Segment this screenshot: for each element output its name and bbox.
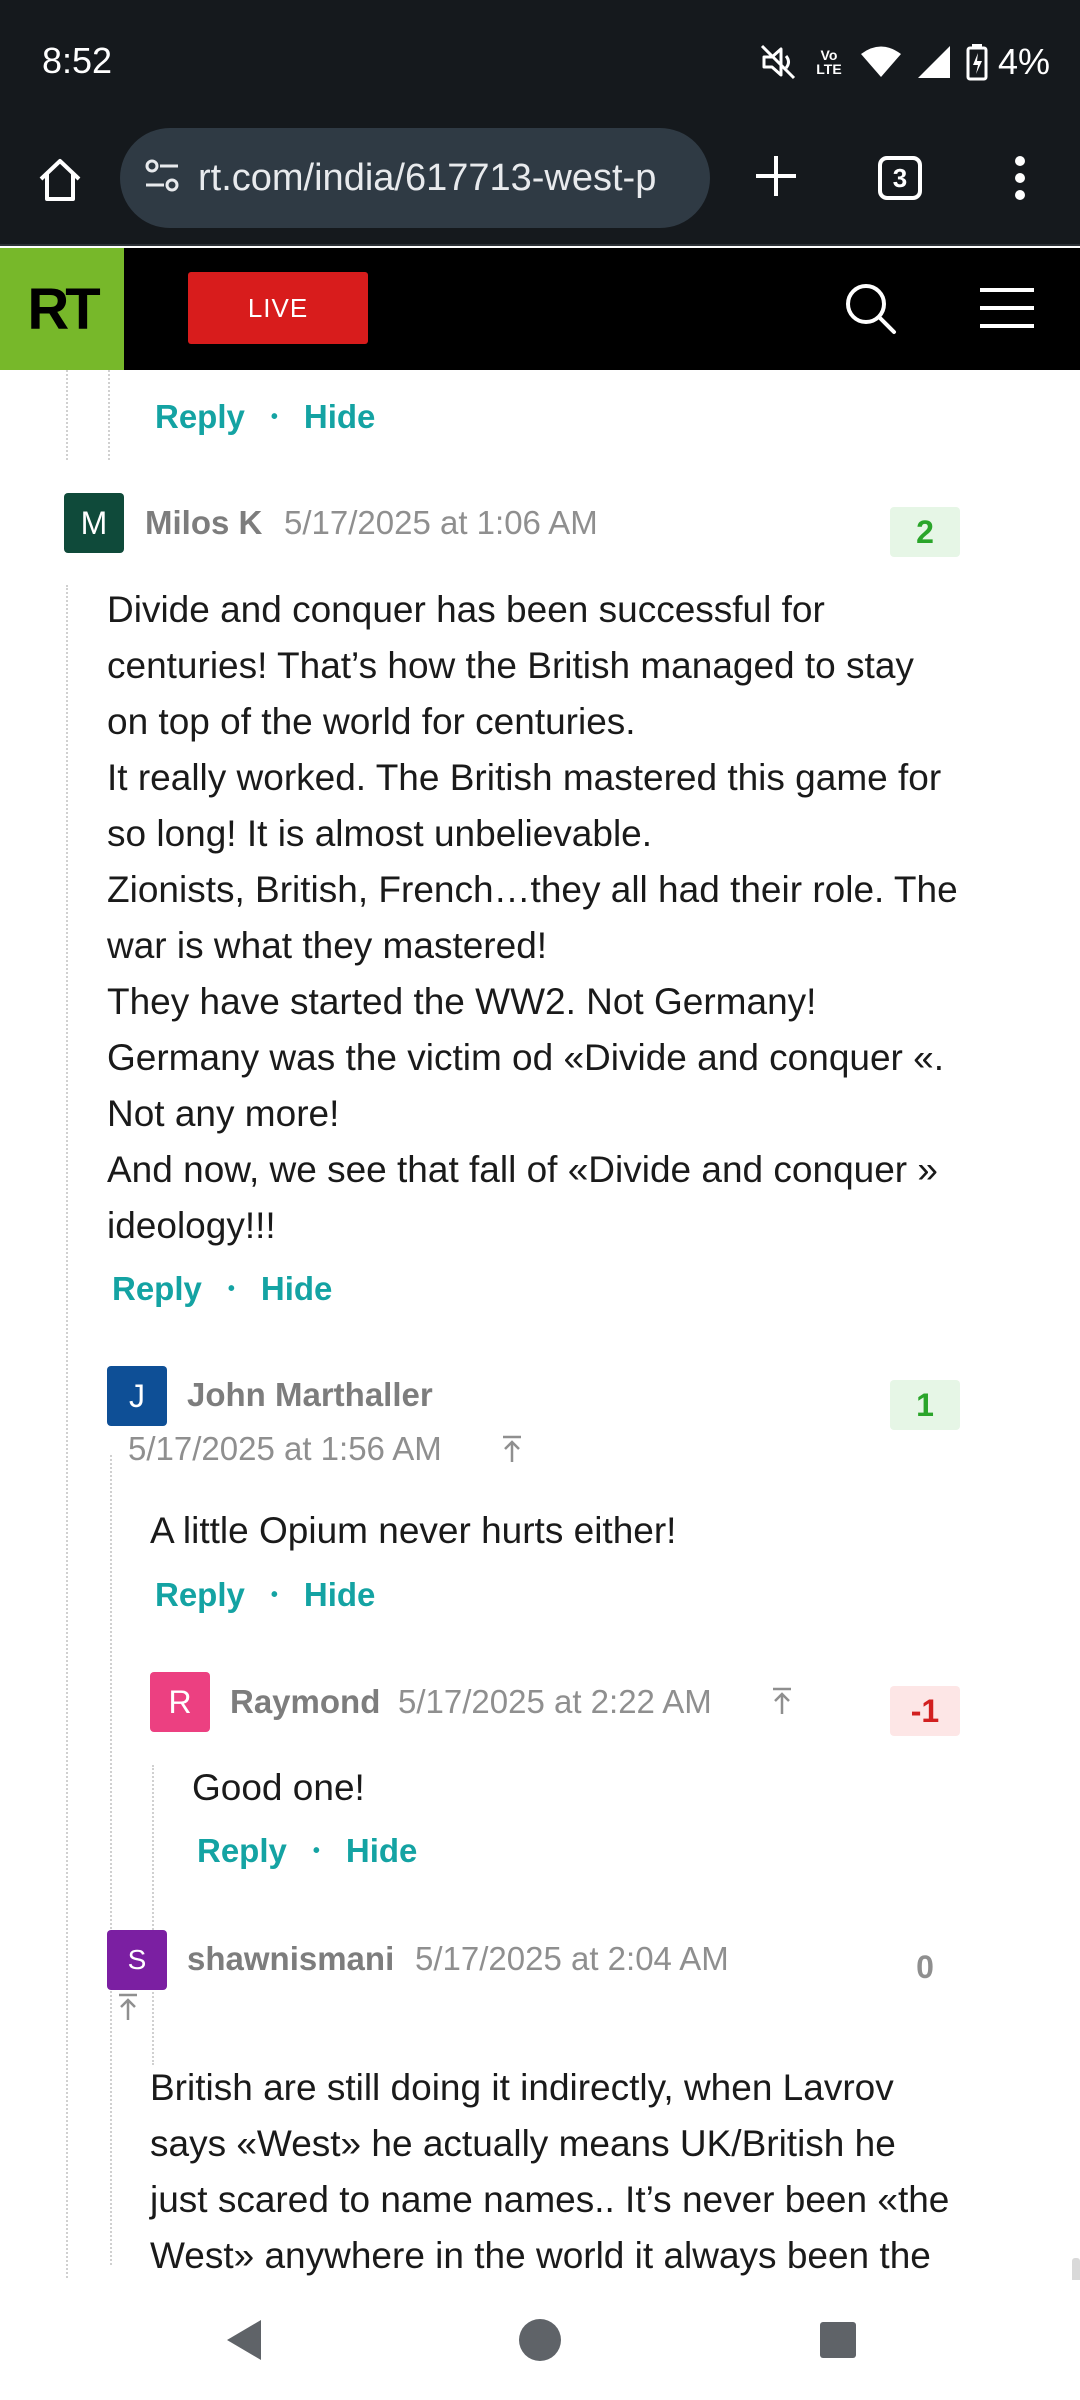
parent-link-icon[interactable] [116,1992,140,2022]
comment-body: Divide and conquer has been successful f… [107,582,958,1254]
avatar: R [150,1672,210,1732]
plus-icon [756,156,796,196]
menu-button[interactable] [976,278,1038,338]
comment-line: just scared to name names.. It’s never b… [150,2179,950,2220]
comment-line: Divide and conquer has been successful f… [107,589,825,630]
comment-author[interactable]: Milos K [145,504,262,542]
home-button[interactable] [28,148,92,212]
home-nav-button[interactable] [512,2312,568,2368]
hide-link[interactable]: Hide [261,1270,333,1308]
address-bar[interactable]: rt.com/india/617713-west-p [120,128,710,228]
home-circle-icon [519,2319,561,2361]
comment-body: British are still doing it indirectly, w… [150,2060,949,2280]
avatar: J [107,1366,167,1426]
site-settings-icon[interactable] [142,156,182,201]
hide-link[interactable]: Hide [304,1576,376,1614]
comment-body: Good one! [192,1767,365,1808]
back-button[interactable] [215,2312,271,2368]
thread-line [66,370,68,460]
parent-link-icon[interactable] [770,1686,794,1716]
parent-link-icon[interactable] [500,1434,524,1464]
comment-date[interactable]: 5/17/2025 at 1:56 AM [128,1430,442,1468]
back-triangle-icon [227,2320,261,2360]
hamburger-icon [980,288,1034,328]
wifi-icon [860,45,902,79]
tab-count: 3 [878,156,922,200]
recents-square-icon [820,2322,856,2358]
vote-score[interactable]: 1 [890,1380,960,1430]
comment-line: They have started the WW2. Not Germany! [107,981,817,1022]
avatar: M [64,493,124,553]
browser-menu-button[interactable] [990,146,1050,210]
thread-line [110,1455,112,2265]
home-icon [39,159,81,201]
hide-link[interactable]: Hide [346,1832,418,1870]
comments-section: Reply • Hide M Milos K 5/17/2025 at 1:06… [0,370,1080,2280]
separator-dot: • [312,1839,320,1862]
comment-line: war is what they mastered! [107,925,548,966]
battery-icon [966,43,988,81]
hide-link[interactable]: Hide [304,398,376,436]
comment-line: It really worked. The British mastered t… [107,757,942,798]
system-nav-bar [0,2280,1080,2400]
comment-author[interactable]: John Marthaller [187,1376,433,1414]
comment-date[interactable]: 5/17/2025 at 2:04 AM [415,1940,729,1978]
search-button[interactable] [840,278,900,338]
status-time: 8:52 [42,40,113,81]
vote-score[interactable]: 2 [890,507,960,557]
thread-line [152,1765,154,2065]
comment-line: British are still doing it indirectly, w… [150,2067,894,2108]
comment-line: centuries! That’s how the British manage… [107,645,914,686]
comment-line: Not any more! [107,1093,340,1134]
volte-icon: Vo LTE [816,47,842,77]
comment-author[interactable]: Raymond [230,1683,380,1721]
more-vert-icon [1015,156,1025,200]
reply-link[interactable]: Reply [112,1270,202,1308]
vote-score[interactable]: -1 [890,1686,960,1736]
comment-line: Zionists, British, French…they all had t… [107,869,958,910]
reply-link[interactable]: Reply [197,1832,287,1870]
new-tab-button[interactable] [744,144,808,208]
rt-logo[interactable]: RT [0,248,124,370]
avatar: S [107,1930,167,1990]
comment-actions: Reply • Hide [197,1832,417,1870]
thread-line [66,585,68,2280]
comment-author[interactable]: shawnismani [187,1940,394,1978]
separator-dot: • [270,1583,278,1606]
live-button[interactable]: LIVE [188,272,368,344]
comment-line: Germany was the victim od «Divide and co… [107,1037,945,1078]
comment-actions: Reply • Hide [155,398,375,436]
comment-line: And now, we see that fall of «Divide and… [107,1149,938,1190]
search-icon [846,284,896,334]
reply-link[interactable]: Reply [155,1576,245,1614]
separator-dot: • [227,1277,235,1300]
comment-date[interactable]: 5/17/2025 at 2:22 AM [398,1683,712,1721]
comment-date[interactable]: 5/17/2025 at 1:06 AM [284,504,598,542]
status-bar: 8:52 Vo LTE 4% [0,0,1080,118]
vote-score[interactable]: 0 [890,1942,960,1992]
comment-actions: Reply • Hide [112,1270,332,1308]
comment-body: A little Opium never hurts either! [150,1510,677,1551]
signal-icon [916,44,952,80]
url-text: rt.com/india/617713-west-p [198,156,657,199]
comment-line: on top of the world for centuries. [107,701,636,742]
comment-actions: Reply • Hide [155,1576,375,1614]
recents-button[interactable] [810,2312,866,2368]
tab-switcher-button[interactable]: 3 [870,148,930,208]
status-icons: Vo LTE 4% [758,38,1050,86]
comment-line: so long! It is almost unbelievable. [107,813,653,854]
comment-line: ideology!!! [107,1205,276,1246]
comment-line: West» anywhere in the world it always be… [150,2235,931,2276]
browser-toolbar: rt.com/india/617713-west-p 3 [0,118,1080,246]
comment-line: says «West» he actually means UK/British… [150,2123,896,2164]
mute-icon [758,42,798,82]
battery-percent: 4% [997,41,1050,82]
reply-link[interactable]: Reply [155,398,245,436]
thread-line [108,370,110,460]
scrollbar-thumb[interactable] [1072,2258,1080,2280]
site-header: RT LIVE [0,248,1080,370]
separator-dot: • [270,405,278,428]
